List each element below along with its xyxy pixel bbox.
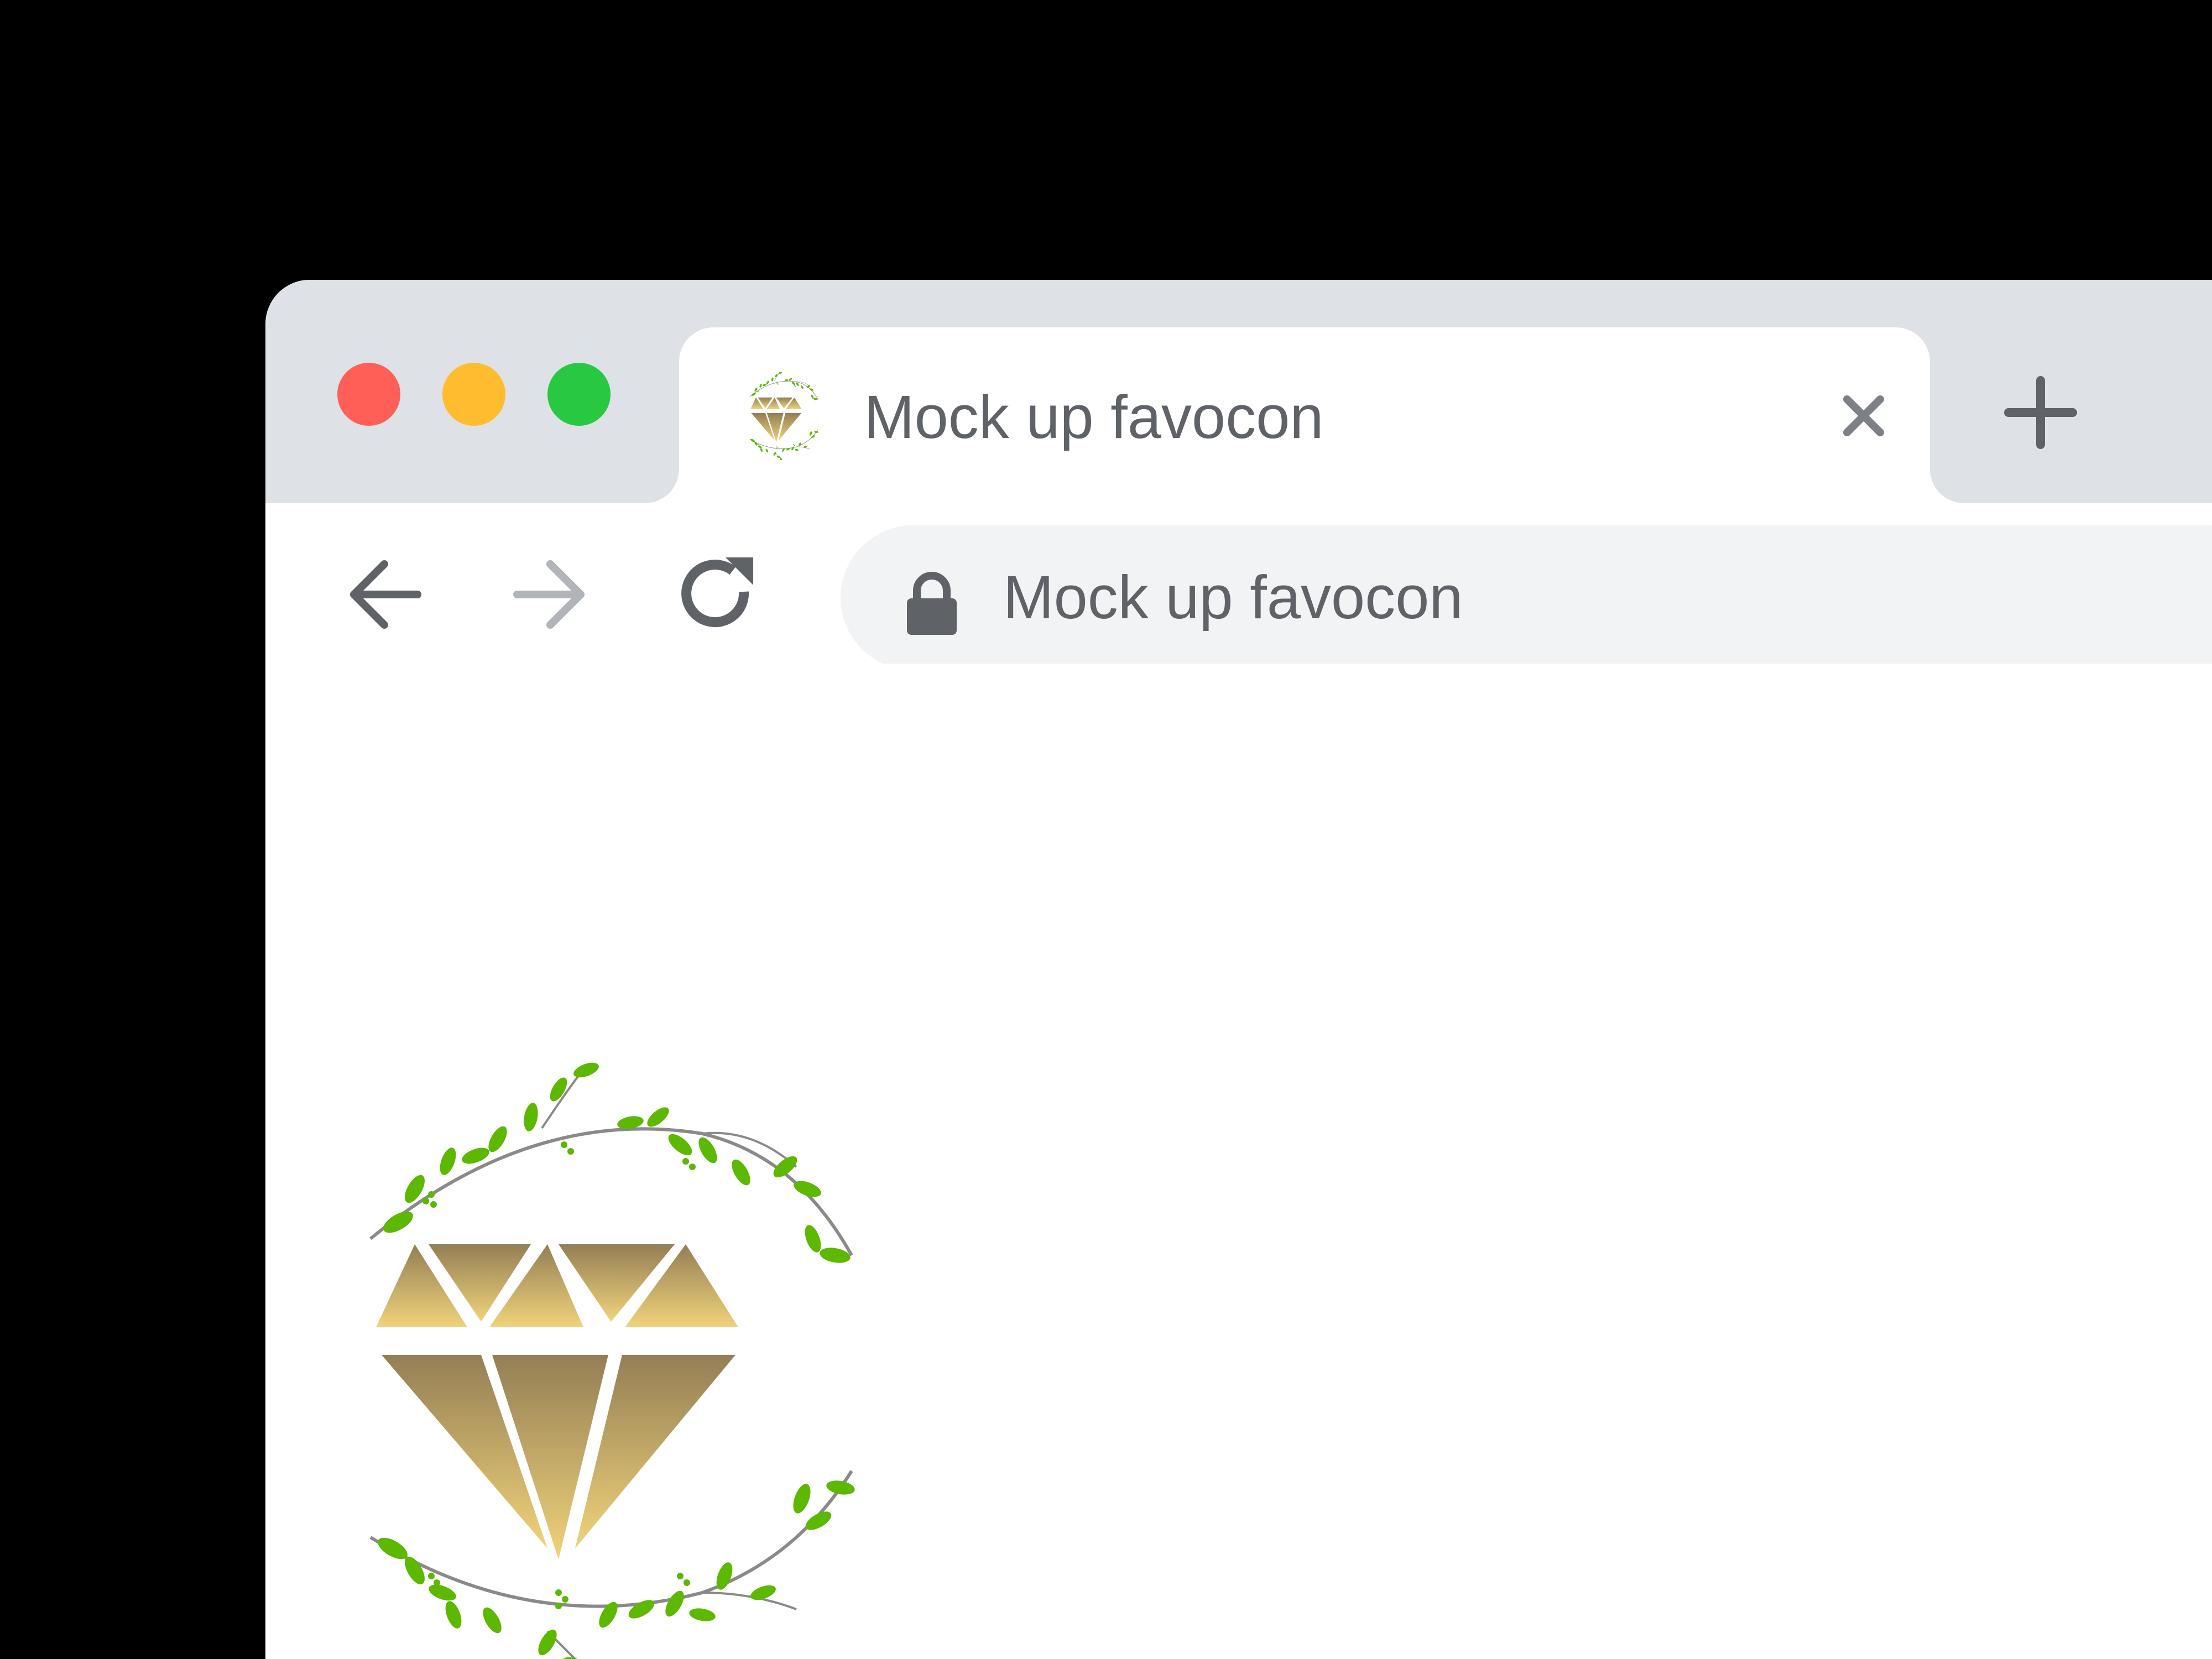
- lock-icon: [907, 572, 957, 635]
- arrow-left-icon[interactable]: [343, 553, 426, 636]
- favicon-icon: [745, 372, 823, 460]
- arrow-right-icon[interactable]: [509, 553, 592, 636]
- address-text: Mock up favocon: [1003, 564, 1463, 632]
- window-close-button[interactable]: [337, 363, 400, 426]
- window-maximize-button[interactable]: [547, 363, 611, 426]
- address-bar[interactable]: Mock up favocon: [841, 525, 2212, 670]
- tab-corner-right: [1930, 280, 1974, 503]
- tab-active[interactable]: Mock up favocon: [679, 327, 1930, 503]
- browser-window: Mock up favocon Mock up favocon: [265, 280, 2212, 1659]
- reload-icon[interactable]: [675, 553, 758, 636]
- plus-icon[interactable]: [2002, 374, 2079, 451]
- window-minimize-button[interactable]: [442, 363, 505, 426]
- tab-title: Mock up favocon: [864, 383, 1324, 451]
- diamond-leaves-logo: [365, 1062, 863, 1659]
- tab-corner-left: [635, 280, 679, 503]
- page-content: [265, 664, 2212, 1659]
- tab-strip: Mock up favocon: [265, 280, 2212, 503]
- toolbar: Mock up favocon: [265, 503, 2212, 670]
- close-icon[interactable]: [1830, 383, 1897, 449]
